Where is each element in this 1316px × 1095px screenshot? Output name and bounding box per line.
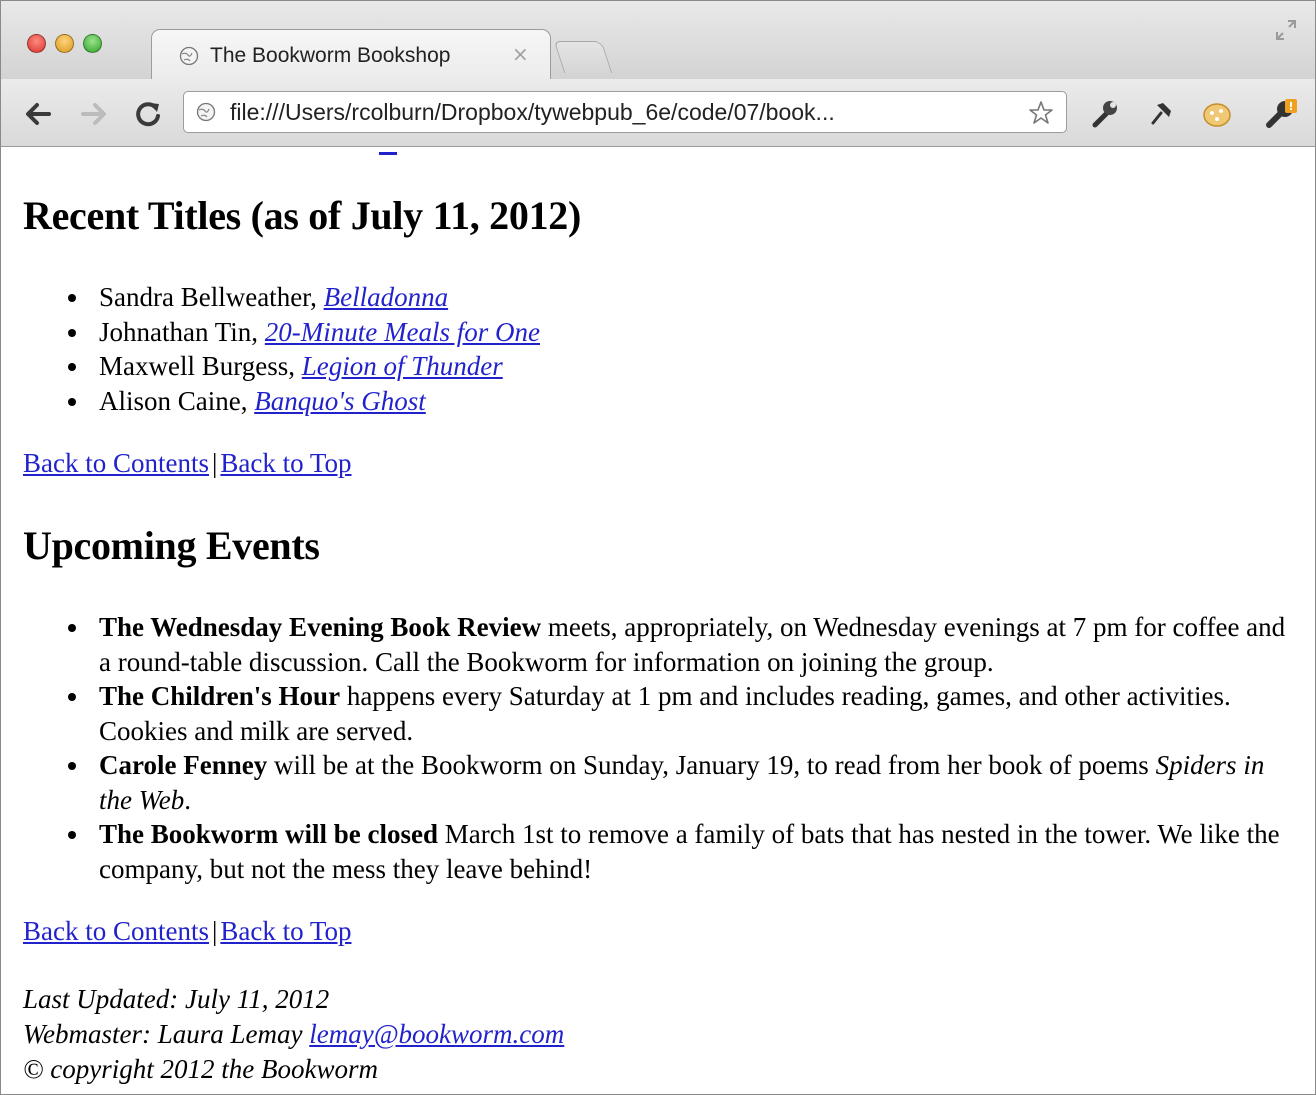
link-separator: | bbox=[211, 916, 218, 946]
tab-strip: The Bookworm Bookshop × bbox=[1, 1, 1315, 79]
window-controls bbox=[27, 34, 102, 53]
new-tab-button[interactable] bbox=[553, 41, 613, 73]
reload-icon[interactable] bbox=[133, 99, 163, 129]
book-title-link[interactable]: Belladonna bbox=[324, 282, 448, 312]
upcoming-events-heading: Upcoming Events bbox=[23, 523, 320, 568]
recent-titles-heading: Recent Titles (as of July 11, 2012) bbox=[23, 193, 581, 238]
copyright: © copyright 2012 the Bookworm bbox=[23, 1054, 378, 1084]
list-item: The Wednesday Evening Book Review meets,… bbox=[61, 610, 1301, 679]
zoom-window-button[interactable] bbox=[83, 34, 102, 53]
pin-tool-icon[interactable] bbox=[1143, 95, 1179, 131]
webmaster-email-link[interactable]: lemay@bookworm.com bbox=[309, 1019, 564, 1049]
back-to-top-link[interactable]: Back to Top bbox=[220, 448, 351, 478]
settings-wrench-icon[interactable]: ! bbox=[1263, 95, 1299, 131]
list-item: Maxwell Burgess, Legion of Thunder bbox=[61, 349, 540, 384]
close-tab-icon[interactable]: × bbox=[512, 42, 529, 66]
author-name: Johnathan Tin, bbox=[99, 316, 265, 347]
webmaster-label: Webmaster: Laura Lemay bbox=[23, 1019, 310, 1049]
link-separator: | bbox=[211, 448, 218, 478]
tab-title: The Bookworm Bookshop bbox=[210, 44, 451, 67]
svg-text:!: ! bbox=[1288, 100, 1293, 113]
event-description: will be at the Bookworm on Sunday, Janua… bbox=[267, 750, 1156, 780]
close-window-button[interactable] bbox=[27, 34, 46, 53]
globe-icon bbox=[179, 46, 199, 66]
globe-icon bbox=[196, 102, 216, 122]
nav-links-events: Back to Contents | Back to Top bbox=[23, 916, 352, 947]
url-text: file:///Users/rcolburn/Dropbox/tywebpub_… bbox=[230, 99, 835, 125]
recent-titles-list: Sandra Bellweather, Belladonna Johnathan… bbox=[61, 280, 540, 418]
author-name: Sandra Bellweather, bbox=[99, 282, 324, 312]
list-item: Johnathan Tin, 20-Minute Meals for One bbox=[61, 315, 540, 350]
author-name: Maxwell Burgess, bbox=[99, 351, 302, 381]
nav-links-recent: Back to Contents | Back to Top bbox=[23, 448, 352, 479]
tab-bookworm[interactable]: The Bookworm Bookshop × bbox=[151, 29, 551, 79]
extension-cookie-icon[interactable] bbox=[1199, 95, 1235, 131]
back-arrow-icon[interactable] bbox=[23, 99, 53, 129]
events-list: The Wednesday Evening Book Review meets,… bbox=[61, 610, 1301, 886]
address-bar[interactable]: file:///Users/rcolburn/Dropbox/tywebpub_… bbox=[183, 91, 1067, 133]
event-name: The Children's Hour bbox=[99, 681, 341, 711]
list-item: The Children's Hour happens every Saturd… bbox=[61, 679, 1301, 748]
forward-arrow-icon[interactable] bbox=[79, 99, 109, 129]
minimize-window-button[interactable] bbox=[55, 34, 74, 53]
cutoff-link-fragment bbox=[379, 148, 397, 155]
list-item: Alison Caine, Banquo's Ghost bbox=[61, 384, 540, 419]
wrench-tool-icon[interactable] bbox=[1087, 95, 1123, 131]
event-name: The Wednesday Evening Book Review bbox=[99, 612, 542, 642]
browser-window: The Bookworm Bookshop × file:///Users/rc… bbox=[0, 0, 1316, 1095]
list-item: Carole Fenney will be at the Bookworm on… bbox=[61, 748, 1301, 817]
author-name: Alison Caine, bbox=[99, 385, 255, 416]
back-to-contents-link[interactable]: Back to Contents bbox=[23, 448, 209, 478]
back-to-contents-link[interactable]: Back to Contents bbox=[23, 916, 209, 946]
book-title-link[interactable]: Banquo's Ghost bbox=[254, 386, 426, 416]
book-title-link[interactable]: Legion of Thunder bbox=[302, 351, 503, 381]
event-name: The Bookworm will be closed bbox=[99, 819, 439, 849]
list-item: The Bookworm will be closed March 1st to… bbox=[61, 817, 1301, 886]
fullscreen-icon[interactable] bbox=[1275, 19, 1297, 41]
book-title-link[interactable]: 20-Minute Meals for One bbox=[265, 317, 540, 347]
event-name: Carole Fenney bbox=[99, 750, 268, 780]
bookmark-star-icon[interactable] bbox=[1028, 100, 1054, 126]
list-item: Sandra Bellweather, Belladonna bbox=[61, 280, 540, 315]
event-description-tail: . bbox=[184, 784, 191, 815]
webmaster-line: Webmaster: Laura Lemay lemay@bookworm.co… bbox=[23, 1017, 564, 1052]
page-footer: Last Updated: July 11, 2012 Webmaster: L… bbox=[23, 982, 564, 1087]
last-updated: Last Updated: July 11, 2012 bbox=[23, 984, 330, 1014]
browser-toolbar: file:///Users/rcolburn/Dropbox/tywebpub_… bbox=[1, 79, 1315, 147]
back-to-top-link[interactable]: Back to Top bbox=[220, 916, 351, 946]
page-content: Recent Titles (as of July 11, 2012) Sand… bbox=[1, 148, 1315, 1094]
